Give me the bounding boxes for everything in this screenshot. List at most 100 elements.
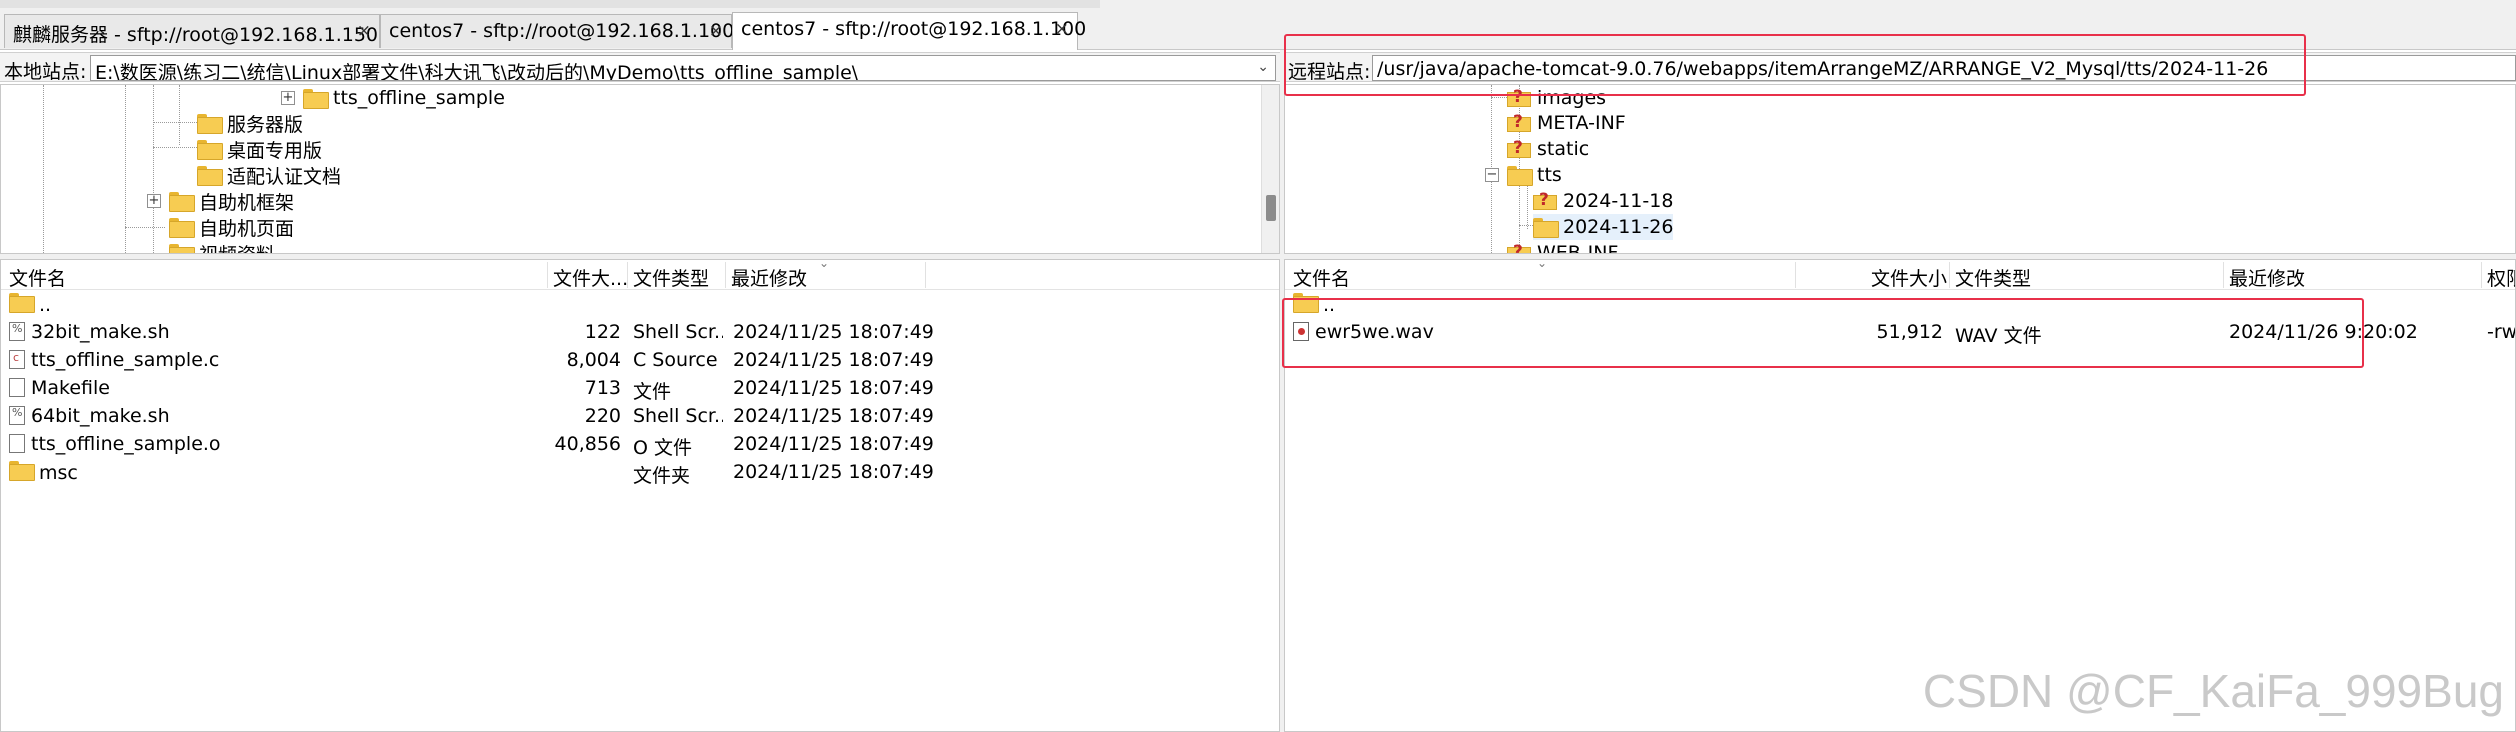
file-type: 文件夹 xyxy=(633,465,691,487)
chevron-down-icon[interactable]: ⌄ xyxy=(1257,59,1269,75)
sort-caret-icon: ⌄ xyxy=(819,259,830,270)
file-row[interactable]: Makefile 713 文件 2024/11/25 18:07:49 xyxy=(1,374,1279,403)
tree-item-label: META-INF xyxy=(1537,112,1626,134)
column-header-size[interactable]: 文件大... xyxy=(553,264,628,291)
file-modified: 2024/11/25 18:07:49 xyxy=(733,405,934,427)
close-icon[interactable]: × xyxy=(709,21,723,41)
file-icon xyxy=(9,434,25,453)
folder-icon xyxy=(303,89,329,109)
close-icon[interactable]: × xyxy=(357,21,371,41)
column-header-size[interactable]: 文件大小 xyxy=(1871,264,1947,291)
file-type: O 文件 xyxy=(633,437,692,459)
unknown-folder-icon: ? xyxy=(1507,242,1531,253)
tab-server-150[interactable]: 麒麟服务器 - sftp://root@192.168.1.150 × xyxy=(4,14,380,48)
file-row[interactable]: 64bit_make.sh 220 Shell Scr... 2024/11/2… xyxy=(1,402,1279,430)
local-tree-scrollbar[interactable] xyxy=(1261,85,1279,253)
tree-item[interactable]: ? WEB-INF xyxy=(1507,240,1619,254)
column-header-permissions[interactable]: 权限 xyxy=(2487,264,2515,291)
folder-icon xyxy=(169,244,195,253)
tree-item[interactable]: − tts xyxy=(1485,162,1562,188)
tree-item-label: tts xyxy=(1537,164,1562,186)
tree-item[interactable]: 视频资料 xyxy=(169,240,275,253)
sort-caret-icon: ⌄ xyxy=(1537,259,1548,270)
unknown-folder-icon: ? xyxy=(1507,138,1531,158)
local-site-label: 本地站点: xyxy=(4,61,87,83)
file-size: 40,856 xyxy=(554,433,621,455)
tree-item-label: WEB-INF xyxy=(1537,242,1619,254)
tab-label: centos7 - sftp://root@192.168.1.100 xyxy=(741,18,1087,40)
column-header-type[interactable]: 文件类型 xyxy=(633,264,709,291)
file-name: tts_offline_sample.o xyxy=(31,433,221,455)
column-header-name[interactable]: 文件名 xyxy=(9,264,66,291)
file-row[interactable]: msc 文件夹 2024/11/25 18:07:49 xyxy=(1,458,1279,487)
local-path-input[interactable]: E:\数医源\练习二\统信\Linux部署文件\科大讯飞\改动后的\MyDemo… xyxy=(90,55,1276,81)
file-row[interactable]: 32bit_make.sh 122 Shell Scr... 2024/11/2… xyxy=(1,318,1279,346)
local-site-bar: 本地站点: E:\数医源\练习二\统信\Linux部署文件\科大讯飞\改动后的\… xyxy=(0,52,1280,83)
tree-item[interactable]: 服务器版 xyxy=(197,110,303,136)
column-header-name[interactable]: 文件名 xyxy=(1293,264,1350,291)
file-name: Makefile xyxy=(31,377,110,399)
unknown-folder-icon: ? xyxy=(1533,190,1557,210)
collapse-icon[interactable]: − xyxy=(1485,168,1499,182)
file-size: 8,004 xyxy=(566,349,621,371)
tab-label: 麒麟服务器 - sftp://root@192.168.1.150 xyxy=(13,24,378,46)
c-file-icon xyxy=(9,350,25,369)
highlight-box-remote-path xyxy=(1284,34,2306,96)
tree-item[interactable]: ? static xyxy=(1507,136,1589,162)
file-name: tts_offline_sample.c xyxy=(31,349,220,371)
shell-file-icon xyxy=(9,322,25,341)
file-row[interactable]: .. xyxy=(1,290,1279,318)
tree-item[interactable]: 自助机页面 xyxy=(169,214,294,240)
tree-item-selected[interactable]: 2024-11-26 xyxy=(1533,214,1674,240)
folder-icon xyxy=(9,461,35,481)
remote-list-header: 文件名 ⌄ 文件大小 文件类型 最近修改 权限 xyxy=(1285,259,2515,291)
tree-item-label: 自助机页面 xyxy=(199,217,295,240)
folder-icon xyxy=(197,166,223,186)
tree-item-label: 服务器版 xyxy=(227,113,304,136)
file-modified: 2024/11/25 18:07:49 xyxy=(733,349,934,371)
folder-icon xyxy=(197,114,223,134)
remote-tree-pane: ? images ? META-INF ? static − tts ? 202… xyxy=(1284,84,2516,254)
folder-icon xyxy=(9,293,35,313)
tab-centos7-1[interactable]: centos7 - sftp://root@192.168.1.100 × xyxy=(380,14,735,48)
watermark: CSDN @CF_KaiFa_999Bug xyxy=(1922,665,2504,717)
tree-item-label: 2024-11-26 xyxy=(1563,216,1674,238)
tree-item[interactable]: + 自助机框架 xyxy=(147,188,294,214)
column-header-type[interactable]: 文件类型 xyxy=(1955,264,2031,291)
unknown-folder-icon: ? xyxy=(1507,112,1531,132)
tree-item[interactable]: ? META-INF xyxy=(1507,110,1626,136)
toolbar-strip xyxy=(0,0,1100,8)
folder-icon xyxy=(169,218,195,238)
local-file-list: 文件名 文件大... 文件类型 最近修改 ⌄ .. 32bit_make.sh … xyxy=(0,259,1280,732)
close-icon[interactable]: × xyxy=(1055,19,1069,39)
folder-icon xyxy=(1507,166,1533,186)
expand-icon[interactable]: + xyxy=(281,91,295,105)
tree-item-label: 自助机框架 xyxy=(199,191,295,214)
file-modified: 2024/11/25 18:07:49 xyxy=(733,433,934,455)
folder-icon xyxy=(1533,218,1559,238)
file-name: .. xyxy=(39,294,52,316)
tree-item[interactable]: 桌面专用版 xyxy=(197,136,322,162)
tree-item[interactable]: 适配认证文档 xyxy=(197,162,341,188)
file-name: msc xyxy=(39,462,78,484)
file-size: 122 xyxy=(584,321,621,343)
column-header-modified[interactable]: 最近修改 xyxy=(2229,264,2305,291)
tree-item[interactable]: + tts_offline_sample xyxy=(281,85,505,111)
expand-icon[interactable]: + xyxy=(147,194,161,208)
file-row[interactable]: tts_offline_sample.c 8,004 C Source 2024… xyxy=(1,346,1279,374)
tab-centos7-2-active[interactable]: centos7 - sftp://root@192.168.1.100 × xyxy=(732,12,1086,50)
file-type: Shell Scr... xyxy=(633,321,723,343)
tree-item[interactable]: ? 2024-11-18 xyxy=(1533,188,1673,214)
file-modified: 2024/11/25 18:07:49 xyxy=(733,461,934,483)
scroll-thumb[interactable] xyxy=(1266,195,1276,221)
highlight-box-wav-file xyxy=(1282,298,2364,368)
file-row[interactable]: tts_offline_sample.o 40,856 O 文件 2024/11… xyxy=(1,430,1279,459)
tab-label: centos7 - sftp://root@192.168.1.100 xyxy=(389,20,735,42)
file-type: 文件 xyxy=(633,381,672,403)
file-icon xyxy=(9,378,25,397)
file-type: C Source xyxy=(633,349,718,371)
tree-item-label: 桌面专用版 xyxy=(227,139,323,162)
column-header-modified[interactable]: 最近修改 xyxy=(731,264,807,291)
local-list-header: 文件名 文件大... 文件类型 最近修改 ⌄ xyxy=(1,259,1279,291)
file-size: 713 xyxy=(584,377,621,399)
